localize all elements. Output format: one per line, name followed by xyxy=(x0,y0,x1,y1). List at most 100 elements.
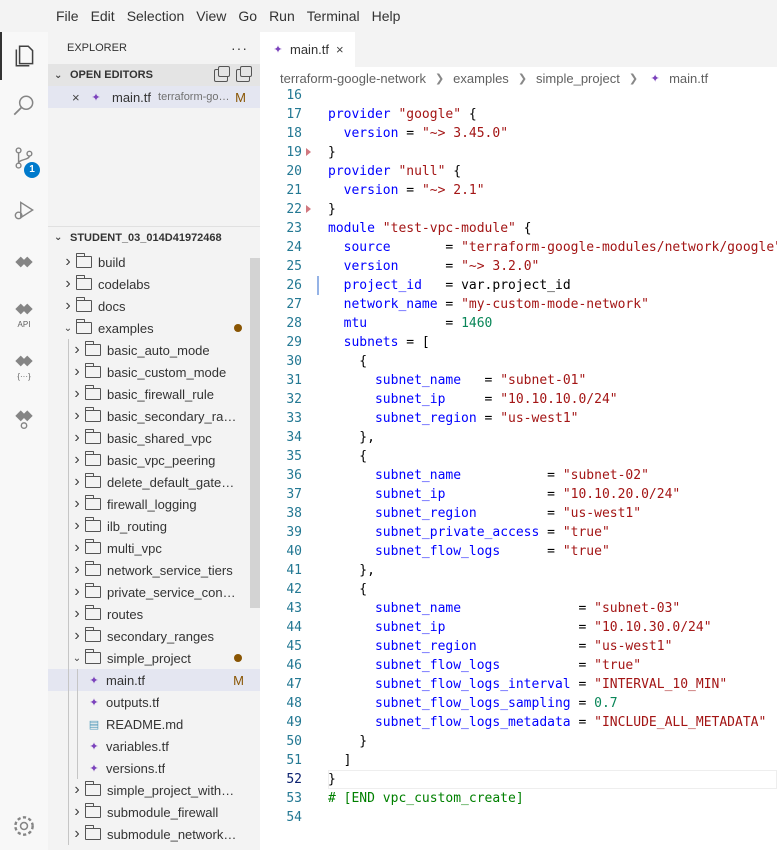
code-editor[interactable]: 16 17 provider "google" {18 version = "~> … xyxy=(260,86,777,850)
menu-selection[interactable]: Selection xyxy=(121,0,191,32)
code-line[interactable]: 46 subnet_flow_logs = "true" xyxy=(260,656,777,675)
folder-item[interactable]: › ilb_routing xyxy=(48,515,260,537)
code-line[interactable]: 49 subnet_flow_logs_metadata = "INCLUDE_… xyxy=(260,713,777,732)
menu-run[interactable]: Run xyxy=(263,0,301,32)
code-line[interactable]: 32 subnet_ip = "10.10.10.0/24" xyxy=(260,390,777,409)
code-line[interactable]: 16 xyxy=(260,86,777,105)
run-debug-activity[interactable] xyxy=(0,186,48,234)
code-line[interactable]: 35 { xyxy=(260,447,777,466)
folder-item[interactable]: › submodule_firewall xyxy=(48,801,260,823)
code-line[interactable]: 43 subnet_name = "subnet-03" xyxy=(260,599,777,618)
close-all-icon[interactable] xyxy=(236,65,252,82)
secrets-activity[interactable]: {···} xyxy=(0,342,48,390)
folder-item[interactable]: › docs xyxy=(48,295,260,317)
search-activity[interactable] xyxy=(0,82,48,130)
folder-item[interactable]: › submodule_network_peering xyxy=(48,823,260,845)
folder-item[interactable]: ⌄ examples xyxy=(48,317,260,339)
menu-edit[interactable]: Edit xyxy=(85,0,121,32)
code-line[interactable]: 52} xyxy=(260,770,777,789)
project-header[interactable]: ⌄ STUDENT_03_014D41972468 xyxy=(48,226,260,248)
code-line[interactable]: 38 subnet_region = "us-west1" xyxy=(260,504,777,523)
file-item[interactable]: ✦ versions.tf xyxy=(48,757,260,779)
folder-item[interactable]: › network_service_tiers xyxy=(48,559,260,581)
file-item[interactable]: ▤ README.md xyxy=(48,713,260,735)
breadcrumb-item[interactable]: main.tf xyxy=(669,71,708,86)
code-line[interactable]: 22} xyxy=(260,200,777,219)
sidebar-scrollbar[interactable] xyxy=(250,258,260,608)
code-line[interactable]: 39 subnet_private_access = "true" xyxy=(260,523,777,542)
file-item[interactable]: ✦ main.tf M xyxy=(48,669,260,691)
code-line[interactable]: 28 mtu = 1460 xyxy=(260,314,777,333)
close-icon[interactable]: × xyxy=(336,42,344,57)
code-line[interactable]: 45 subnet_region = "us-west1" xyxy=(260,637,777,656)
folder-item[interactable]: › basic_vpc_peering xyxy=(48,449,260,471)
code-line[interactable]: 53 # [END vpc_custom_create] xyxy=(260,789,777,808)
folder-item[interactable]: › multi_vpc xyxy=(48,537,260,559)
menu-terminal[interactable]: Terminal xyxy=(301,0,366,32)
source-control-activity[interactable]: 1 xyxy=(0,134,48,182)
folder-item[interactable]: › secondary_ranges xyxy=(48,625,260,647)
folder-item[interactable]: › basic_secondary_ranges xyxy=(48,405,260,427)
folder-item[interactable]: › firewall_logging xyxy=(48,493,260,515)
code-line[interactable]: 30 { xyxy=(260,352,777,371)
code-line[interactable]: 29 subnets = [ xyxy=(260,333,777,352)
breadcrumb-item[interactable]: simple_project xyxy=(536,71,620,86)
code-line[interactable]: 48 subnet_flow_logs_sampling = 0.7 xyxy=(260,694,777,713)
code-line[interactable]: 34 }, xyxy=(260,428,777,447)
code-line[interactable]: 44 subnet_ip = "10.10.30.0/24" xyxy=(260,618,777,637)
explorer-activity[interactable] xyxy=(0,32,48,80)
gke-activity[interactable] xyxy=(0,394,48,442)
code-line[interactable]: 31 subnet_name = "subnet-01" xyxy=(260,371,777,390)
folder-item[interactable]: ⌄ simple_project xyxy=(48,647,260,669)
folder-item[interactable]: › build xyxy=(48,251,260,273)
file-item[interactable]: ✦ outputs.tf xyxy=(48,691,260,713)
code-line[interactable]: 47 subnet_flow_logs_interval = "INTERVAL… xyxy=(260,675,777,694)
api-activity[interactable]: API xyxy=(0,290,48,338)
file-item[interactable]: ✦ variables.tf xyxy=(48,735,260,757)
code-line[interactable]: 26 project_id = var.project_id xyxy=(260,276,777,295)
folder-item[interactable]: › basic_custom_mode xyxy=(48,361,260,383)
code-line[interactable]: 37 subnet_ip = "10.10.20.0/24" xyxy=(260,485,777,504)
menu-help[interactable]: Help xyxy=(366,0,407,32)
save-all-icon[interactable] xyxy=(214,65,230,82)
code-line[interactable]: 21 version = "~> 2.1" xyxy=(260,181,777,200)
code-line[interactable]: 17 provider "google" { xyxy=(260,105,777,124)
code-line[interactable]: 24 source = "terraform-google-modules/ne… xyxy=(260,238,777,257)
tab-main-tf[interactable]: ✦ main.tf × xyxy=(260,32,355,67)
code-line[interactable]: 42 { xyxy=(260,580,777,599)
code-line[interactable]: 19} xyxy=(260,143,777,162)
menu-go[interactable]: Go xyxy=(232,0,263,32)
code-line[interactable]: 41 }, xyxy=(260,561,777,580)
code-line[interactable]: 25 version = "~> 3.2.0" xyxy=(260,257,777,276)
close-icon[interactable]: × xyxy=(72,90,88,105)
open-editor-item[interactable]: × ✦ main.tf terraform-google-network\exa… xyxy=(48,86,260,108)
code-line[interactable]: 40 subnet_flow_logs = "true" xyxy=(260,542,777,561)
code-line[interactable]: 20 provider "null" { xyxy=(260,162,777,181)
more-actions-icon[interactable]: ··· xyxy=(231,40,248,56)
code-line[interactable]: 36 subnet_name = "subnet-02" xyxy=(260,466,777,485)
breadcrumb-item[interactable]: terraform-google-network xyxy=(280,71,426,86)
folder-item[interactable]: › basic_shared_vpc xyxy=(48,427,260,449)
code-line[interactable]: 23 module "test-vpc-module" { xyxy=(260,219,777,238)
folder-item[interactable]: › basic_firewall_rule xyxy=(48,383,260,405)
folder-item[interactable]: › delete_default_gateway_routes xyxy=(48,471,260,493)
breadcrumb-item[interactable]: examples xyxy=(453,71,509,86)
code-line[interactable]: 18 version = "~> 3.45.0" xyxy=(260,124,777,143)
folder-item[interactable]: › routes xyxy=(48,603,260,625)
code-line[interactable]: 33 subnet_region = "us-west1" xyxy=(260,409,777,428)
code-line[interactable]: 50 } xyxy=(260,732,777,751)
folder-item[interactable]: › private_service_connect xyxy=(48,581,260,603)
menu-view[interactable]: View xyxy=(190,0,232,32)
code-line[interactable]: 27 network_name = "my-custom-mode-networ… xyxy=(260,295,777,314)
folder-item[interactable]: › basic_auto_mode xyxy=(48,339,260,361)
open-editors-header[interactable]: ⌄ OPEN EDITORS xyxy=(48,64,260,86)
menu-file[interactable]: File xyxy=(50,0,85,32)
cloud-code-activity[interactable] xyxy=(0,238,48,286)
settings-activity[interactable] xyxy=(0,802,48,850)
code-line[interactable]: 54 xyxy=(260,808,777,827)
folder-item[interactable]: › codelabs xyxy=(48,273,260,295)
folder-item[interactable]: › simple_project_with_regional_network xyxy=(48,779,260,801)
code-line[interactable]: 51 ] xyxy=(260,751,777,770)
